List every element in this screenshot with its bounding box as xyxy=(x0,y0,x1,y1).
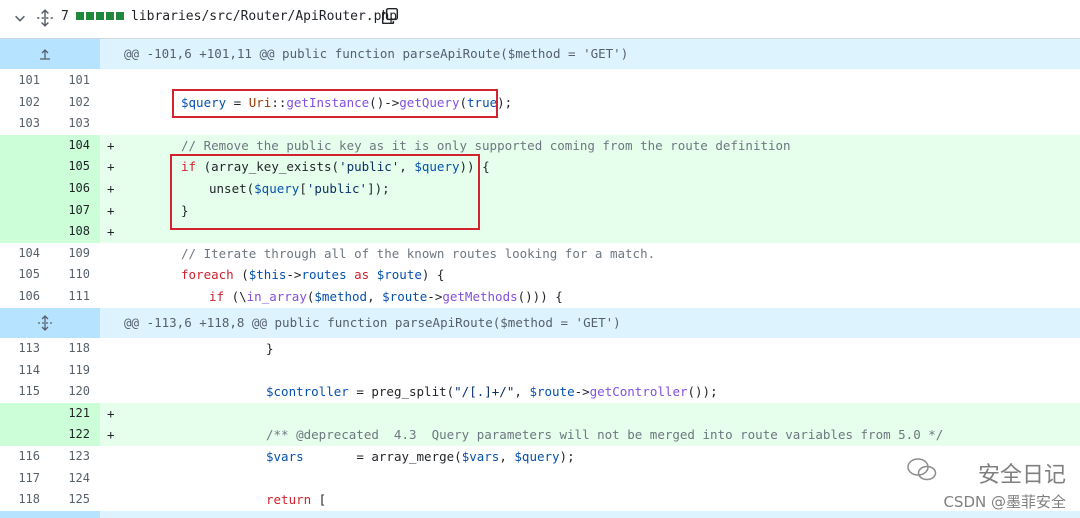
diff-line-added: 122 + /** @deprecated 4.3 Query paramete… xyxy=(0,424,1080,446)
added-sign: + xyxy=(107,224,115,240)
added-sign: + xyxy=(107,405,115,421)
new-line-number[interactable]: 102 xyxy=(50,92,90,114)
old-line-number[interactable]: 117 xyxy=(0,468,40,490)
new-line-number[interactable]: 120 xyxy=(50,381,90,403)
diff-line: 114 119 xyxy=(0,360,1080,382)
hunk-header xyxy=(0,511,1080,518)
new-line-number[interactable]: 122 xyxy=(50,424,90,446)
chevron-down-icon[interactable] xyxy=(13,11,27,25)
diff-line: 103 103 xyxy=(0,113,1080,135)
code-text: } xyxy=(266,341,274,356)
new-line-number[interactable]: 101 xyxy=(50,70,90,92)
watermark: 安全日记 CSDN @墨菲安全 xyxy=(907,457,1066,512)
wechat-icon xyxy=(907,458,937,481)
highlight-box xyxy=(170,154,480,230)
highlight-box xyxy=(172,89,498,118)
diff-line-added: 105 + if (array_key_exists('public', $qu… xyxy=(0,156,1080,178)
old-line-number[interactable]: 115 xyxy=(0,381,40,403)
code-comment: /** @deprecated 4.3 Query parameters wil… xyxy=(266,427,944,443)
added-sign: + xyxy=(107,181,115,196)
code-text: return [ xyxy=(266,492,327,508)
code-text: foreach ($this->routes as $route) { xyxy=(181,267,445,283)
old-line-number[interactable]: 114 xyxy=(0,360,40,382)
new-line-number[interactable]: 107 xyxy=(50,200,90,222)
new-line-number[interactable]: 103 xyxy=(50,113,90,135)
new-line-number[interactable]: 104 xyxy=(50,135,90,157)
old-line-number[interactable]: 113 xyxy=(0,338,40,360)
new-line-number[interactable]: 123 xyxy=(50,446,90,468)
diff-line: 105 110 foreach ($this->routes as $route… xyxy=(0,264,1080,286)
file-header: 7 libraries/src/Router/ApiRouter.php xyxy=(0,0,1080,39)
hunk-gutter xyxy=(0,511,100,518)
old-line-number[interactable]: 102 xyxy=(0,92,40,114)
hunk-header-text: @@ -101,6 +101,11 @@ public function par… xyxy=(124,46,629,61)
new-line-number[interactable]: 110 xyxy=(50,264,90,286)
file-path-link[interactable]: libraries/src/Router/ApiRouter.php xyxy=(131,9,397,24)
new-line-number[interactable]: 119 xyxy=(50,360,90,382)
diff-line: 115 120 $controller = preg_split("/[.]+/… xyxy=(0,381,1080,403)
code-comment: // Iterate through all of the known rout… xyxy=(181,245,656,261)
new-line-number[interactable]: 105 xyxy=(50,156,90,178)
watermark-subtitle: CSDN @墨菲安全 xyxy=(943,493,1066,511)
new-line-number[interactable]: 118 xyxy=(50,338,90,360)
old-line-number[interactable]: 105 xyxy=(0,264,40,286)
new-line-number[interactable]: 106 xyxy=(50,178,90,200)
new-line-number[interactable]: 125 xyxy=(50,489,90,511)
diff-line-added: 106 + unset($query['public']); xyxy=(0,178,1080,200)
added-sign: + xyxy=(107,427,115,443)
added-sign: + xyxy=(107,202,115,218)
diff-line: 113 118 } xyxy=(0,338,1080,360)
expand-all-icon[interactable] xyxy=(36,9,54,27)
code-text: if (\in_array($method, $route->getMethod… xyxy=(209,289,563,304)
diff-line-added: 104 + // Remove the public key as it is … xyxy=(0,134,1080,157)
expand-up-icon[interactable] xyxy=(37,46,53,62)
watermark-title: 安全日记 xyxy=(977,463,1066,488)
diff-line: 102 102 $query = Uri::getInstance()->get… xyxy=(0,92,1080,114)
old-line-number[interactable]: 101 xyxy=(0,70,40,92)
diff-line: 118 125 return [ xyxy=(0,489,1080,511)
diff-line-added: 121 + xyxy=(0,402,1080,425)
copy-icon[interactable] xyxy=(381,7,399,25)
diff-line: 101 101 xyxy=(0,70,1080,92)
new-line-number[interactable]: 121 xyxy=(50,403,90,425)
hunk-header: @@ -101,6 +101,11 @@ public function par… xyxy=(0,39,1080,69)
old-line-number[interactable]: 118 xyxy=(0,489,40,511)
new-line-number[interactable]: 124 xyxy=(50,468,90,490)
expand-both-icon[interactable] xyxy=(37,315,53,331)
old-line-number[interactable]: 106 xyxy=(0,286,40,308)
diffstat-blocks xyxy=(76,12,124,20)
added-sign: + xyxy=(107,137,115,153)
new-line-number[interactable]: 111 xyxy=(50,286,90,308)
diff-line-added: 108 + xyxy=(0,221,1080,243)
old-line-number[interactable]: 116 xyxy=(0,446,40,468)
code-text: $vars = array_merge($vars, $query); xyxy=(266,449,575,464)
new-line-number[interactable]: 109 xyxy=(50,243,90,265)
new-line-number[interactable]: 108 xyxy=(50,221,90,243)
old-line-number[interactable]: 104 xyxy=(0,243,40,265)
hunk-header: @@ -113,6 +118,8 @@ public function pars… xyxy=(0,308,1080,338)
added-sign: + xyxy=(107,159,115,175)
diff-line-added: 107 + } xyxy=(0,199,1080,222)
diff-line: 104 109 // Iterate through all of the kn… xyxy=(0,243,1080,265)
changes-count: 7 xyxy=(61,9,69,24)
hunk-header-text: @@ -113,6 +118,8 @@ public function pars… xyxy=(124,315,621,330)
code-text: $controller = preg_split("/[.]+/", $rout… xyxy=(266,384,718,400)
old-line-number[interactable]: 103 xyxy=(0,113,40,135)
diff-line: 106 111 if (\in_array($method, $route->g… xyxy=(0,286,1080,308)
